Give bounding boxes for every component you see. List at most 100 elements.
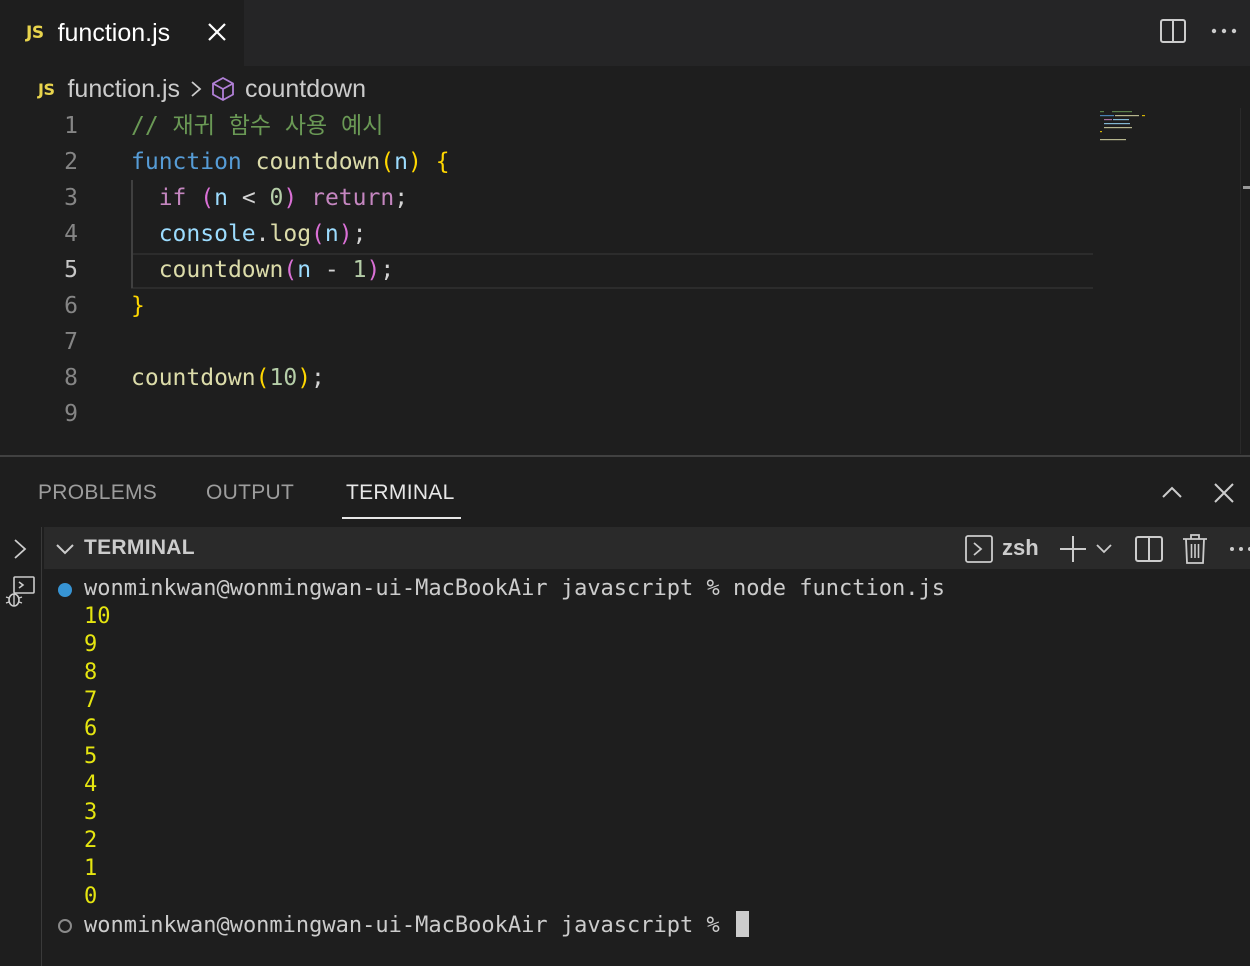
terminal-prompt: wonminkwan@wonmingwan-ui-MacBookAir java… — [84, 913, 734, 938]
code-token: ; — [394, 185, 409, 211]
code-text: console.log(n); — [131, 216, 367, 252]
terminal-command-line: wonminkwan@wonmingwan-ui-MacBookAir java… — [84, 575, 945, 603]
code-token: countdown — [131, 365, 256, 391]
close-icon[interactable] — [204, 19, 230, 45]
code-line[interactable]: 9 — [0, 396, 1100, 432]
code-token: ( — [255, 365, 270, 391]
javascript-file-icon: JS — [38, 79, 55, 99]
terminal-cursor — [736, 911, 750, 937]
more-actions-icon[interactable] — [1228, 534, 1250, 564]
code-token: n — [324, 221, 339, 247]
line-number: 8 — [64, 365, 78, 391]
line-number: 6 — [64, 293, 78, 319]
code-token: countdown — [158, 257, 284, 283]
bottom-panel: PROBLEMS OUTPUT TERMINAL TERMINAL zsh wo… — [0, 455, 1250, 966]
terminal-output-line: 3 — [84, 800, 98, 825]
code-line[interactable]: 4 console.log(n); — [0, 216, 1100, 252]
code-editor[interactable]: 1// 재귀 함수 사용 예시 2 function countdown(n) {3… — [0, 108, 1250, 454]
code-line[interactable]: 5 countdown(n - 1); — [0, 252, 1100, 288]
code-token: ; — [352, 221, 367, 247]
code-token: 1 — [352, 257, 367, 283]
terminal-tabs-sidebar — [0, 527, 42, 966]
symbol-method-icon — [212, 76, 234, 102]
code-token: ; — [311, 365, 325, 391]
terminal-output-line: 2 — [84, 828, 98, 853]
terminal-output-line: 10 — [84, 604, 111, 629]
code-token: 10 — [269, 365, 298, 391]
scrollbar-cursor-marker — [1243, 186, 1250, 189]
debug-icon[interactable] — [4, 575, 36, 609]
terminal-output-line: 1 — [84, 856, 98, 881]
terminal-output-line: 7 — [84, 688, 98, 713]
breadcrumb-file[interactable]: function.js — [67, 75, 180, 104]
code-text: } — [131, 288, 145, 324]
editor-scrollbar[interactable] — [1240, 108, 1250, 454]
close-icon[interactable] — [1211, 480, 1237, 506]
terminal-shell-icon[interactable] — [964, 534, 994, 564]
line-number: 9 — [64, 401, 78, 427]
command-success-dot[interactable] — [58, 583, 72, 597]
line-number: 2 — [64, 149, 78, 175]
terminal-output-line: 9 — [84, 632, 98, 657]
code-text: // 재귀 함수 사용 예시 — [131, 108, 383, 144]
panel-tab-bar: PROBLEMS OUTPUT TERMINAL — [0, 457, 1250, 527]
tab-terminal[interactable]: TERMINAL — [346, 481, 455, 505]
code-token: 0 — [269, 185, 284, 211]
terminal-output-line: 5 — [84, 744, 98, 769]
editor-tab-function-js[interactable]: JS function.js — [0, 0, 244, 66]
line-number: 3 — [64, 185, 78, 211]
line-number: 7 — [64, 329, 78, 355]
code-line[interactable]: 8 countdown(10); — [0, 360, 1100, 396]
code-line[interactable]: 7 — [0, 324, 1100, 360]
code-token: } — [131, 293, 145, 319]
code-line[interactable]: 2 function countdown(n) { — [0, 144, 1100, 180]
terminal-input-line[interactable]: wonminkwan@wonmingwan-ui-MacBookAir java… — [84, 911, 750, 939]
terminal-output[interactable]: wonminkwan@wonmingwan-ui-MacBookAir java… — [44, 569, 1250, 966]
split-terminal-icon[interactable] — [1134, 534, 1164, 564]
breadcrumb-symbol[interactable]: countdown — [245, 75, 366, 104]
chevron-down-icon[interactable] — [54, 539, 76, 559]
terminal-header: TERMINAL zsh — [44, 527, 1250, 569]
terminal-command: node function.js — [733, 576, 945, 601]
tab-problems[interactable]: PROBLEMS — [38, 481, 157, 505]
code-token: n — [394, 149, 408, 175]
more-actions-icon[interactable] — [1209, 17, 1239, 45]
code-text: function countdown(n) { — [131, 144, 450, 180]
split-editor-icon[interactable] — [1159, 17, 1187, 45]
line-number: 5 — [64, 257, 78, 283]
chevron-up-icon[interactable] — [1160, 481, 1184, 505]
terminal-output-line: 0 — [84, 884, 98, 909]
code-line[interactable]: 6} — [0, 288, 1100, 324]
chevron-right-icon[interactable] — [10, 537, 30, 561]
terminal-output-line: 8 — [84, 660, 98, 685]
chevron-right-icon — [191, 81, 202, 97]
terminal-header-title: TERMINAL — [84, 536, 195, 559]
chevron-down-icon[interactable] — [1094, 539, 1114, 559]
command-pending-dot — [58, 919, 72, 933]
tab-output[interactable]: OUTPUT — [206, 481, 294, 505]
code-token: - — [311, 257, 353, 283]
code-token: countdown — [255, 149, 381, 175]
code-token: ( — [283, 257, 298, 283]
code-token: . — [255, 221, 270, 247]
plus-icon[interactable] — [1058, 534, 1088, 564]
minimap-preview — [1100, 111, 1145, 141]
code-line[interactable]: 1 // 재귀 함수 사용 예시 — [0, 108, 1100, 144]
trash-icon[interactable] — [1181, 533, 1209, 565]
code-token: < — [227, 185, 270, 211]
code-token: console — [158, 221, 256, 247]
breadcrumb: JS function.js countdown — [38, 70, 366, 108]
terminal-shell-name[interactable]: zsh — [1002, 535, 1039, 561]
minimap[interactable] — [1098, 108, 1158, 148]
code-token: n — [297, 257, 312, 283]
code-line[interactable]: 3 if (n < 0) return; — [0, 180, 1100, 216]
code-token: log — [269, 221, 312, 247]
code-token: { — [435, 149, 450, 175]
code-token: ) — [366, 257, 381, 283]
terminal-output-line: 6 — [84, 716, 98, 741]
code-token: ( — [311, 221, 325, 247]
